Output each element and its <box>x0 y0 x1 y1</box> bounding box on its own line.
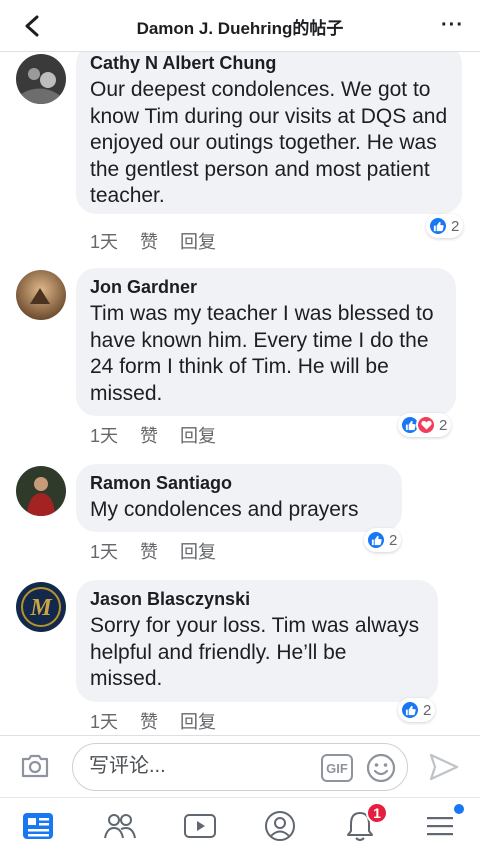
comment-input[interactable] <box>89 755 309 778</box>
nav-groups[interactable] <box>100 808 140 844</box>
reply-button[interactable]: 回复 <box>180 538 216 564</box>
comment-time: 1天 <box>90 232 119 252</box>
avatar[interactable]: M <box>16 582 66 632</box>
comment-time: 1天 <box>90 426 119 446</box>
reaction-summary[interactable]: 2 <box>426 214 464 238</box>
chevron-left-icon <box>25 15 39 37</box>
comment-text: Our deepest condolences. We got to know … <box>90 78 448 207</box>
reaction-count: 2 <box>389 531 398 549</box>
comment-time: 1天 <box>90 542 119 562</box>
reaction-summary[interactable]: 2 <box>364 528 402 552</box>
top-bar: Damon J. Duehring的帖子 ··· <box>0 0 480 52</box>
comment-bubble[interactable]: Jon Gardner Tim was my teacher I was ble… <box>76 268 456 416</box>
news-feed-icon <box>23 813 53 839</box>
bottom-nav: 1 <box>0 797 480 853</box>
comment-author[interactable]: Ramon Santiago <box>90 472 388 494</box>
notification-badge: 1 <box>366 802 388 824</box>
comment-author[interactable]: Jason Blasczynski <box>90 588 424 610</box>
reaction-summary[interactable]: 2 <box>398 413 452 437</box>
comment-text: Tim was my teacher I was blessed to have… <box>90 302 434 405</box>
heart-reaction-icon <box>416 415 436 435</box>
reply-button[interactable]: 回复 <box>180 708 216 732</box>
video-icon <box>184 814 216 838</box>
back-button[interactable] <box>18 12 46 40</box>
gif-button[interactable]: GIF <box>321 754 353 782</box>
reaction-count: 2 <box>423 701 432 719</box>
camera-icon[interactable] <box>20 752 50 780</box>
like-button[interactable]: 赞 <box>140 708 158 732</box>
like-reaction-icon <box>400 700 420 720</box>
reply-button[interactable]: 回复 <box>180 228 216 254</box>
comment-bubble[interactable]: Ramon Santiago My condolences and prayer… <box>76 464 402 532</box>
comment-time: 1天 <box>90 712 119 732</box>
menu-icon <box>427 817 453 836</box>
comment-list[interactable]: Cathy N Albert Chung Our deepest condole… <box>0 52 480 732</box>
nav-menu[interactable] <box>420 804 464 844</box>
svg-text:M: M <box>29 595 53 621</box>
like-button[interactable]: 赞 <box>140 422 158 448</box>
comment-text: My condolences and prayers <box>90 498 359 521</box>
like-reaction-icon <box>428 216 448 236</box>
nav-watch[interactable] <box>180 808 220 844</box>
comment-bubble[interactable]: Jason Blasczynski Sorry for your loss. T… <box>76 580 438 702</box>
menu-indicator-dot <box>454 804 464 814</box>
comment-author[interactable]: Cathy N Albert Chung <box>90 52 448 74</box>
comment-bubble[interactable]: Cathy N Albert Chung Our deepest condole… <box>76 52 462 214</box>
like-button[interactable]: 赞 <box>140 228 158 254</box>
reply-button[interactable]: 回复 <box>180 422 216 448</box>
avatar[interactable] <box>16 466 66 516</box>
reaction-count: 2 <box>439 416 448 434</box>
page-title: Damon J. Duehring的帖子 <box>136 19 344 38</box>
profile-icon <box>265 811 295 841</box>
more-options-icon[interactable]: ··· <box>441 14 464 37</box>
nav-profile[interactable] <box>260 808 300 844</box>
like-reaction-icon <box>366 530 386 550</box>
nav-news-feed[interactable] <box>18 808 58 844</box>
comment-composer: GIF <box>0 735 480 797</box>
avatar[interactable] <box>16 270 66 320</box>
comment-input-box[interactable]: GIF <box>72 743 408 791</box>
reaction-count: 2 <box>451 217 460 235</box>
reaction-summary[interactable]: 2 <box>398 698 436 722</box>
avatar[interactable] <box>16 54 66 104</box>
send-icon[interactable] <box>428 752 460 782</box>
like-button[interactable]: 赞 <box>140 538 158 564</box>
comment-text: Sorry for your loss. Tim was always help… <box>90 614 420 690</box>
comment-author[interactable]: Jon Gardner <box>90 276 442 298</box>
nav-notifications[interactable]: 1 <box>340 802 388 844</box>
emoji-icon[interactable] <box>365 752 397 784</box>
groups-icon <box>104 814 136 839</box>
